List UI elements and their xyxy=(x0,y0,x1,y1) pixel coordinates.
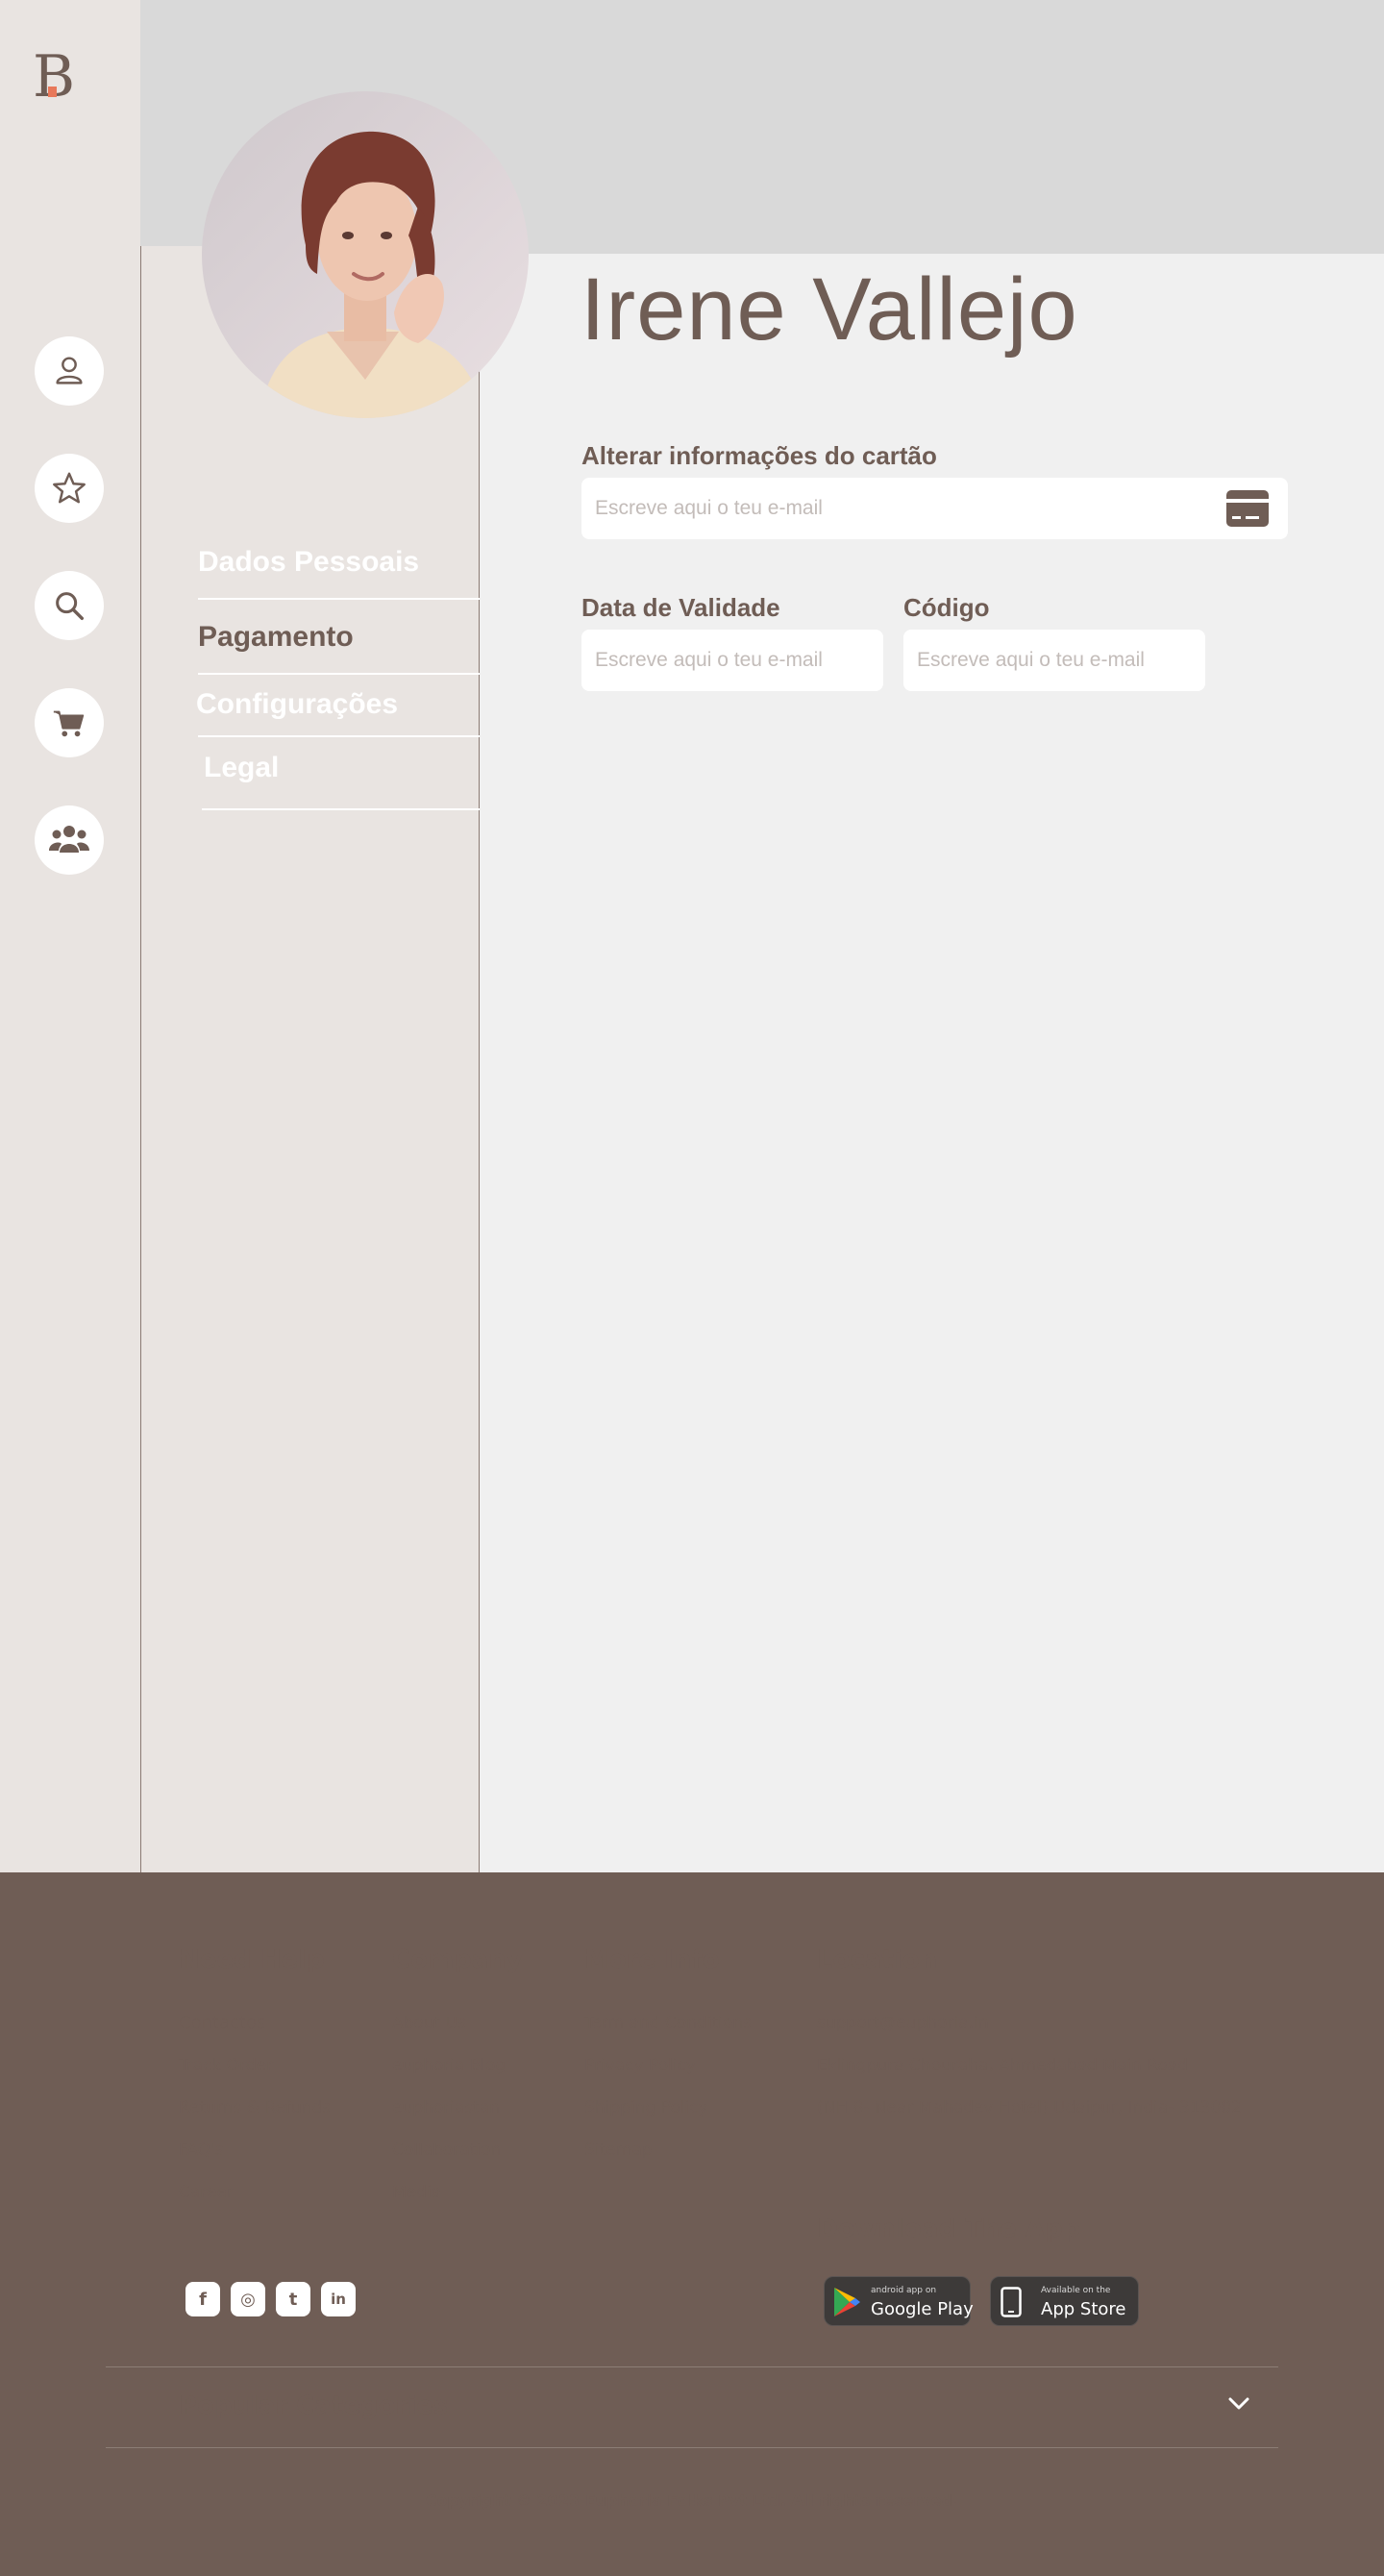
footer-link-terms[interactable]: Term and Conditions xyxy=(584,2014,752,2033)
credit-card-icon xyxy=(1226,490,1269,527)
footer-link-about[interactable]: About Us xyxy=(392,2014,466,2033)
popular-categories-toggle[interactable]: Popular Categories xyxy=(179,2391,448,2420)
footer-link-media[interactable]: Media xyxy=(392,2183,441,2202)
favorites-nav-button[interactable] xyxy=(35,454,104,523)
site-footer xyxy=(0,1872,1384,2576)
phone-icon xyxy=(1001,2287,1022,2317)
support-email[interactable]: support@euphoria.in xyxy=(817,2014,989,2033)
download-app-heading: Download The App xyxy=(817,2215,1081,2243)
company-heading: Company xyxy=(392,1945,523,1974)
menu-divider xyxy=(198,598,480,600)
code-label: Código xyxy=(903,593,990,622)
avatar xyxy=(202,91,529,418)
address-line-1: Eklingpura Chouraha, Ahmedabad Main Road xyxy=(817,2056,1188,2075)
linkedin-icon: in xyxy=(331,2291,346,2308)
expiry-label: Data de Validade xyxy=(581,593,780,622)
footer-divider xyxy=(106,2366,1278,2367)
card-number-input[interactable] xyxy=(581,478,1288,539)
card-info-label: Alterar informações do cartão xyxy=(581,441,937,470)
app-store-label: App Store xyxy=(1041,2299,1126,2319)
footer-link-shipping[interactable]: Shipping Policy xyxy=(584,2098,707,2118)
brand-logo[interactable]: B xyxy=(33,43,104,111)
menu-divider xyxy=(198,735,480,737)
footer-link-privacy[interactable]: Privacy Policy xyxy=(584,2056,696,2075)
twitter-icon: t xyxy=(288,2289,298,2310)
footer-link-euphoriastan[interactable]: euphoriastan xyxy=(392,2098,500,2118)
footer-link-career[interactable]: Career xyxy=(179,2183,234,2202)
chevron-down-icon[interactable] xyxy=(1228,2396,1249,2412)
footer-link-sitemap[interactable]: Sitemap xyxy=(584,2141,652,2160)
address-line-2: (NH 8- Near Mahadev Hotel) Udaipur, Indi… xyxy=(817,2098,1242,2118)
twitter-button[interactable]: t xyxy=(276,2282,310,2316)
icon-rail: B xyxy=(0,0,140,1872)
location-heading: Location xyxy=(817,1945,938,1974)
facebook-icon: f xyxy=(199,2289,207,2310)
user-icon xyxy=(56,357,83,384)
footer-link-returns[interactable]: Returns & Refunds xyxy=(179,2098,331,2118)
expiry-date-input[interactable] xyxy=(581,630,883,691)
menu-item-settings[interactable]: Configurações xyxy=(196,688,398,721)
google-play-small-text: android app on xyxy=(871,2286,937,2295)
menu-item-personal-data[interactable]: Dados Pessoais xyxy=(198,546,419,579)
menu-item-legal[interactable]: Legal xyxy=(204,752,279,784)
app-store-small-text: Available on the xyxy=(1041,2286,1111,2295)
facebook-button[interactable]: f xyxy=(185,2282,220,2316)
footer-link-collaboration[interactable]: Collaboration xyxy=(392,2141,501,2160)
profile-sidebar xyxy=(140,246,480,1872)
more-info-heading: More Info xyxy=(584,1945,720,1974)
community-nav-button[interactable] xyxy=(35,805,104,875)
security-code-input[interactable] xyxy=(903,630,1205,691)
google-play-button[interactable]: android app on Google Play xyxy=(824,2276,974,2326)
linkedin-button[interactable]: in xyxy=(321,2282,356,2316)
google-play-icon xyxy=(834,2288,860,2316)
footer-link-faq[interactable]: FAQ's xyxy=(179,2141,223,2160)
menu-item-payment[interactable]: Pagamento xyxy=(198,621,354,654)
star-icon xyxy=(53,472,86,504)
app-store-button[interactable]: Available on the App Store xyxy=(990,2276,1139,2326)
copyright-text: Copyright © 2023 Euphoria Folks Pvt Ltd.… xyxy=(425,2491,959,2510)
group-icon xyxy=(49,826,89,853)
instagram-button[interactable]: ◎ xyxy=(231,2282,265,2316)
footer-link-blog[interactable]: euphoria Blog xyxy=(392,2056,506,2075)
need-help-heading: Need Help xyxy=(179,1945,325,1974)
search-nav-button[interactable] xyxy=(35,571,104,640)
user-name: Irene Vallejo xyxy=(581,260,1078,359)
cart-nav-button[interactable] xyxy=(35,688,104,757)
footer-link-track-order[interactable]: Track Order xyxy=(179,2056,273,2075)
footer-link-contacts[interactable]: Contactos xyxy=(179,2013,265,2033)
cart-icon xyxy=(53,710,85,737)
search-icon xyxy=(56,592,85,621)
google-play-label: Google Play xyxy=(871,2299,974,2319)
instagram-icon: ◎ xyxy=(240,2289,256,2310)
menu-divider xyxy=(198,673,480,675)
profile-nav-button[interactable] xyxy=(35,336,104,406)
menu-divider xyxy=(202,808,480,810)
footer-divider xyxy=(106,2447,1278,2448)
